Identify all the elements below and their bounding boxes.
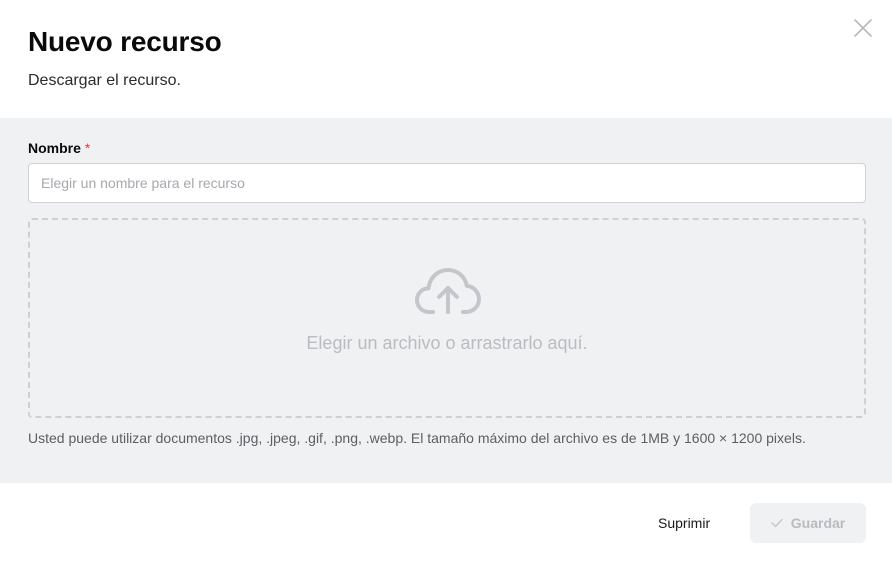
check-icon — [771, 518, 783, 528]
dialog-header: Nuevo recurso Descargar el recurso. — [0, 0, 892, 118]
dialog-body: Nombre* Elegir un archivo o arrastrarlo … — [0, 118, 892, 483]
cancel-button[interactable]: Suprimir — [646, 503, 722, 543]
name-field-label: Nombre * — [28, 140, 90, 156]
cloud-upload-icon — [415, 268, 481, 314]
close-icon — [854, 19, 872, 37]
name-input[interactable] — [28, 163, 866, 203]
dialog-title: Nuevo recurso — [28, 26, 222, 57]
new-resource-dialog: Nuevo recurso Descargar el recurso. Nomb… — [0, 0, 892, 565]
dropzone-text: Elegir un archivo o arrastrarlo aquí. — [306, 333, 588, 353]
dialog-footer: Suprimir Guardar — [0, 483, 892, 565]
close-button[interactable] — [852, 17, 874, 39]
save-button[interactable]: Guardar — [750, 503, 866, 543]
save-button-label: Guardar — [790, 515, 846, 531]
name-label-text: Nombre — [28, 140, 81, 156]
file-dropzone[interactable]: Elegir un archivo o arrastrarlo aquí. — [28, 218, 866, 418]
required-marker: * — [84, 140, 91, 156]
dialog-subtitle: Descargar el recurso. — [28, 72, 181, 89]
file-requirements-text: Usted puede utilizar documentos .jpg, .j… — [28, 430, 806, 446]
